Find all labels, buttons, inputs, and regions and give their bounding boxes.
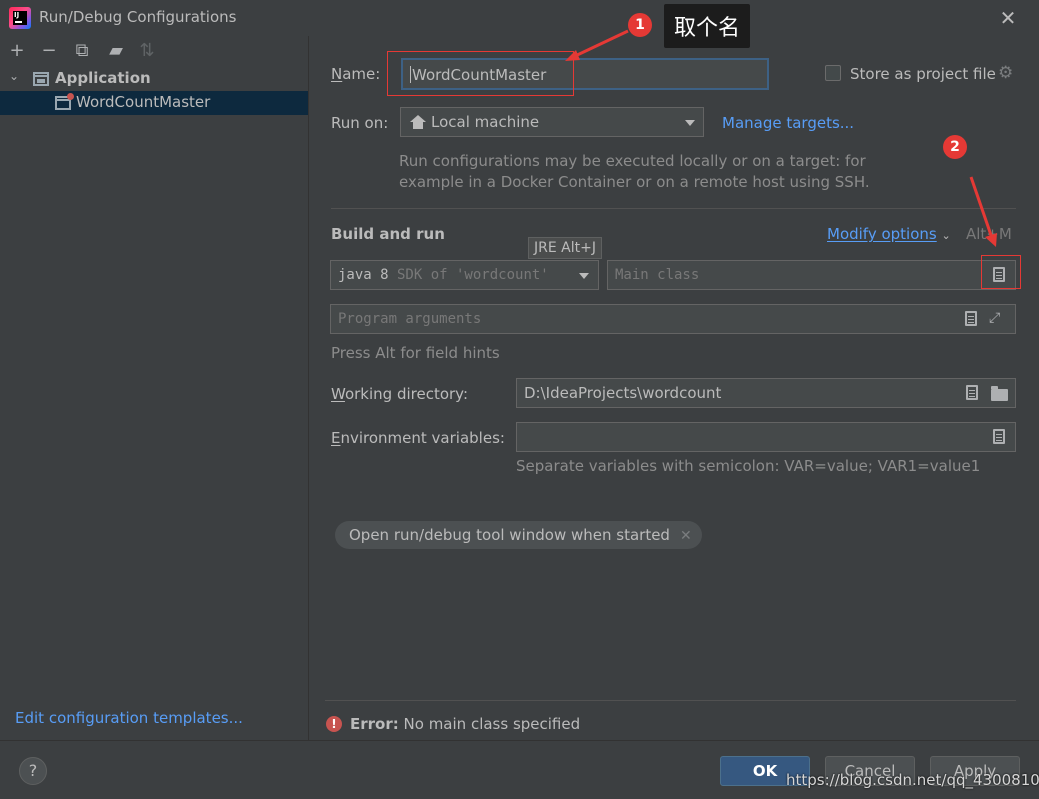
annotation-callout-1: 取个名: [664, 4, 751, 48]
annotation-badge-1: 1: [628, 13, 652, 37]
annotation-arrows: [565, 29, 997, 247]
watermark: https://blog.csdn.net/qq_43008103: [786, 771, 1039, 789]
annotation-badge-2: 2: [943, 135, 967, 159]
